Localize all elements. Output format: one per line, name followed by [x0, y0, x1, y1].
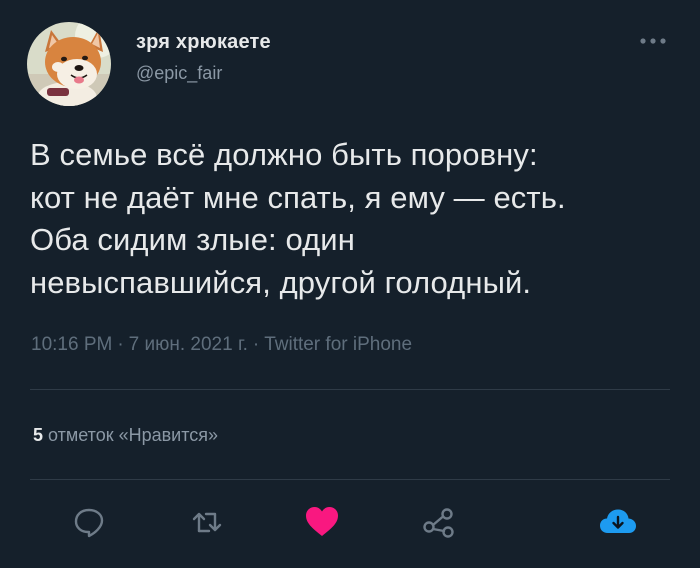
divider	[30, 479, 670, 480]
tweet-time[interactable]: 10:16 PM	[31, 334, 112, 355]
share-button[interactable]	[417, 500, 461, 544]
like-button[interactable]	[300, 500, 344, 544]
reply-icon	[74, 508, 104, 538]
download-icon	[600, 509, 636, 533]
likes-count: 5	[33, 425, 44, 445]
more-dots-icon	[640, 38, 666, 44]
tweet-metadata: 10:16 PM · 7 июн. 2021 г. · Twitter for iPho…	[31, 334, 412, 356]
divider	[30, 389, 670, 390]
shiba-avatar-image	[27, 22, 111, 106]
more-options-button[interactable]	[636, 30, 670, 52]
separator: ·	[252, 334, 260, 355]
share-icon	[423, 508, 454, 538]
retweet-icon	[192, 512, 222, 533]
download-button[interactable]	[596, 500, 640, 544]
retweet-button[interactable]	[185, 500, 229, 544]
likes-label: отметок «Нравится»	[48, 425, 219, 445]
tweet-text: В семье всё должно быть поровну: кот не …	[30, 137, 566, 300]
like-icon	[306, 507, 338, 536]
reply-button[interactable]	[67, 500, 111, 544]
tweet-view: зря хрюкаете @epic_fair В семье всё долж…	[0, 0, 700, 568]
author-avatar[interactable]	[27, 22, 111, 106]
author-name[interactable]: зря хрюкаете	[136, 31, 271, 54]
tweet-source[interactable]: Twitter for iPhone	[264, 334, 412, 355]
likes-summary[interactable]: 5 отметок «Нравится»	[33, 425, 218, 446]
tweet-date[interactable]: 7 июн. 2021 г.	[129, 334, 248, 355]
separator: ·	[117, 334, 124, 355]
author-handle[interactable]: @epic_fair	[136, 63, 222, 84]
